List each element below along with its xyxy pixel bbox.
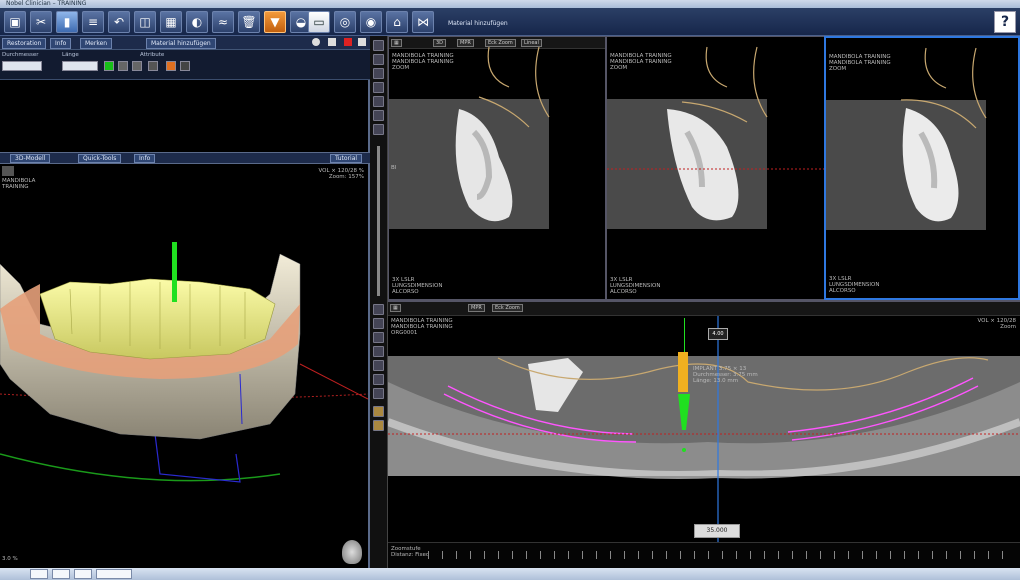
bottom-ruler: Zoomstufe Distanz: Fixed bbox=[388, 542, 1020, 568]
view-icon[interactable]: ◫ bbox=[134, 11, 156, 33]
scan-icon[interactable]: ▮ bbox=[56, 11, 78, 33]
trash-icon[interactable]: 🗑 bbox=[238, 11, 260, 33]
layout-icon[interactable]: ▭ bbox=[308, 11, 330, 33]
lock-icon[interactable] bbox=[132, 61, 142, 71]
new-icon[interactable]: ▣ bbox=[4, 11, 26, 33]
eye-icon[interactable] bbox=[118, 61, 128, 71]
pin-icon[interactable] bbox=[328, 38, 336, 46]
attribute-icon[interactable] bbox=[148, 61, 158, 71]
zoom-icon[interactable] bbox=[373, 54, 384, 65]
left-tabs: Restoration Info Merken Material hinzufü… bbox=[0, 36, 370, 50]
distance-value[interactable]: 35.000 bbox=[694, 524, 740, 538]
footer-line: ALCORSO bbox=[392, 289, 419, 295]
pane-marker: Bl bbox=[391, 165, 397, 171]
tab-material[interactable]: Material hinzufügen bbox=[146, 38, 216, 49]
pan-icon[interactable] bbox=[373, 332, 384, 343]
col-attribute: Attribute bbox=[140, 52, 165, 58]
delete-icon[interactable] bbox=[180, 61, 190, 71]
close-icon[interactable] bbox=[344, 38, 352, 46]
slice-slider[interactable] bbox=[377, 146, 380, 296]
measure-icon[interactable] bbox=[373, 360, 384, 371]
tab-info[interactable]: Info bbox=[50, 38, 72, 49]
info-line: Länge: 13.0 mm bbox=[693, 378, 739, 384]
crosshair-icon[interactable] bbox=[373, 40, 384, 51]
stack-icon[interactable]: ≡ bbox=[82, 11, 104, 33]
reset-icon[interactable] bbox=[373, 388, 384, 399]
slice-pane-left[interactable]: ▦ 3D MPR Eck Zoom Lineal MANDIBOLA TRAIN… bbox=[388, 36, 606, 300]
cross-section-image bbox=[826, 47, 987, 230]
tab-merken[interactable]: Merken bbox=[80, 38, 113, 49]
camera-icon[interactable]: ◉ bbox=[360, 11, 382, 33]
pane-footer: 3X LSLR LUNGSDIMENSION ALCORSO bbox=[610, 277, 660, 295]
col-durchmesser: Durchmesser bbox=[2, 52, 39, 58]
save-icon[interactable]: ⌂ bbox=[386, 11, 408, 33]
nerve-icon[interactable]: ≈ bbox=[212, 11, 234, 33]
jaw-3d-render bbox=[0, 242, 368, 483]
taskbar bbox=[0, 568, 1020, 580]
orange-attribute-icon[interactable] bbox=[166, 61, 176, 71]
value-box[interactable]: 4.00 bbox=[708, 328, 728, 340]
implant-label: IMPLANT 3.75 × 13 Durchmesser: 3.75 mm L… bbox=[693, 366, 758, 384]
rotate-icon[interactable] bbox=[373, 346, 384, 357]
diameter-select[interactable] bbox=[2, 61, 42, 71]
footer-line: ALCORSO bbox=[829, 288, 856, 294]
brightness-icon[interactable] bbox=[373, 374, 384, 385]
view-3d[interactable]: MANDIBOLA TRAINING VOL × 120/28 % Zoom: … bbox=[0, 164, 368, 568]
tutorial-button[interactable]: Tutorial bbox=[330, 154, 363, 163]
measure-icon[interactable] bbox=[373, 96, 384, 107]
cross-section-image bbox=[607, 46, 825, 229]
window-title: Nobel Clinician – TRAINING bbox=[6, 0, 87, 7]
cross-section-image bbox=[389, 46, 550, 229]
mask-icon[interactable]: ◎ bbox=[334, 11, 356, 33]
rotate-icon[interactable] bbox=[373, 82, 384, 93]
info-line: Distanz: Fixed bbox=[391, 552, 430, 558]
green-toggle-icon[interactable] bbox=[104, 61, 114, 71]
view3d-tabs: 3D-Modell Quick-Tools Info Tutorial bbox=[0, 152, 370, 164]
tooth-icon[interactable] bbox=[373, 406, 384, 417]
brightness-icon[interactable] bbox=[373, 110, 384, 121]
length-select[interactable] bbox=[62, 61, 98, 71]
col-laenge: Länge bbox=[62, 52, 79, 58]
footer-line: ALCORSO bbox=[610, 289, 637, 295]
reset-icon[interactable] bbox=[373, 124, 384, 135]
share-icon[interactable]: ⋈ bbox=[412, 11, 434, 33]
tools-icon[interactable]: ✂ bbox=[30, 11, 52, 33]
help-button[interactable]: ? bbox=[994, 11, 1016, 33]
undo-icon[interactable]: ↶ bbox=[108, 11, 130, 33]
implant-lower-icon[interactable] bbox=[373, 420, 384, 431]
pano-toolbar bbox=[370, 300, 388, 568]
overlay-bottom-left: 3.0 % bbox=[2, 556, 18, 562]
taskbar-app-icon[interactable] bbox=[74, 569, 92, 579]
slice-pane-right[interactable]: MANDIBOLA TRAINING MANDIBOLA TRAINING ZO… bbox=[824, 36, 1020, 300]
ruler-label: Zoomstufe Distanz: Fixed bbox=[391, 546, 429, 558]
taskbar-app-icon[interactable] bbox=[52, 569, 70, 579]
crosshair-icon[interactable] bbox=[373, 304, 384, 315]
settings-icon[interactable] bbox=[312, 38, 320, 46]
tab-info-3d[interactable]: Info bbox=[134, 154, 156, 163]
slice-pane-center[interactable]: MANDIBOLA TRAINING MANDIBOLA TRAINING ZO… bbox=[606, 36, 826, 300]
taskbar-app-icon[interactable] bbox=[96, 569, 132, 579]
pane-footer: 3X LSLR LUNGSDIMENSION ALCORSO bbox=[829, 276, 879, 294]
implant-tool-row: Durchmesser Länge Attribute bbox=[0, 50, 370, 80]
pane-footer: 3X LSLR LUNGSDIMENSION ALCORSO bbox=[392, 277, 442, 295]
slice-toolbar bbox=[370, 36, 388, 300]
tab-quick-tools[interactable]: Quick-Tools bbox=[78, 154, 122, 163]
ruler-ticks bbox=[428, 551, 1016, 559]
tab-3d-model[interactable]: 3D-Modell bbox=[10, 154, 51, 163]
grid-icon[interactable]: ▦ bbox=[160, 11, 182, 33]
left-panel: Restoration Info Merken Material hinzufü… bbox=[0, 36, 370, 568]
maximize-icon[interactable] bbox=[358, 38, 366, 46]
tab-restoration[interactable]: Restoration bbox=[2, 38, 47, 49]
implant-icon[interactable]: ▼ bbox=[264, 11, 286, 33]
material-label: Material hinzufügen bbox=[448, 20, 508, 27]
orientation-head-icon[interactable] bbox=[342, 540, 362, 564]
window-title-bar: Nobel Clinician – TRAINING bbox=[0, 0, 1020, 8]
panoramic-view[interactable]: ▦ MPR Eck Zoom MANDIBOLA TRAINING MANDIB… bbox=[388, 300, 1020, 568]
bone-icon[interactable]: ◐ bbox=[186, 11, 208, 33]
main-toolbar: ▣ ✂ ▮ ≡ ↶ ◫ ▦ ◐ ≈ 🗑 ▼ ◒ ▭ ◎ ◉ ⌂ ⋈ Materi… bbox=[0, 8, 1020, 36]
zoom-icon[interactable] bbox=[373, 318, 384, 329]
pan-icon[interactable] bbox=[373, 68, 384, 79]
taskbar-app-icon[interactable] bbox=[30, 569, 48, 579]
